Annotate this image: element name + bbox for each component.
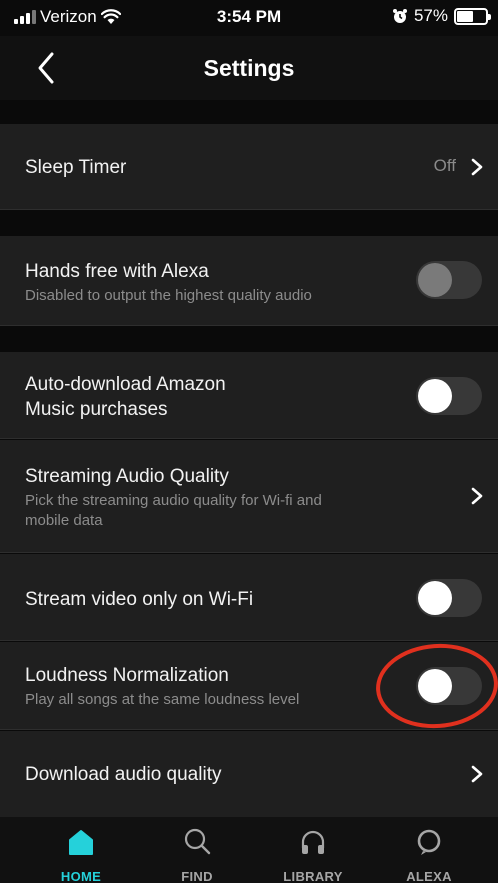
toggle-knob [418, 581, 452, 615]
tab-home-label: HOME [60, 869, 102, 883]
battery-percent: 57% [413, 6, 448, 25]
download-audio-quality-label: Download audio quality [25, 764, 222, 785]
battery-icon [454, 7, 491, 25]
streaming-audio-quality-row[interactable]: Streaming Audio Quality Pick the streami… [0, 440, 498, 553]
sleep-timer-value: Off [433, 156, 456, 175]
tab-library-label: LIBRARY [283, 869, 343, 883]
stream-video-wifi-label: Stream video only on Wi-Fi [25, 589, 254, 610]
headphones-icon [301, 830, 325, 854]
hands-free-alexa-row: Hands free with Alexa Disabled to output… [0, 236, 498, 326]
auto-download-label-line1: Auto-download Amazon [25, 374, 226, 395]
alexa-icon [417, 829, 441, 855]
auto-download-row: Auto-download Amazon Music purchases [0, 352, 498, 439]
tab-library[interactable]: LIBRARY [268, 817, 358, 883]
streaming-audio-quality-sublabel-line1: Pick the streaming audio quality for Wi-… [25, 492, 322, 509]
sleep-timer-label: Sleep Timer [25, 157, 127, 178]
streaming-audio-quality-sublabel-line2: mobile data [25, 512, 103, 529]
toggle-knob [418, 263, 452, 297]
hands-free-alexa-sublabel: Disabled to output the highest quality a… [25, 287, 312, 304]
page-title: Settings [203, 55, 295, 81]
sleep-timer-row[interactable]: Sleep Timer Off [0, 124, 498, 210]
stream-video-wifi-row: Stream video only on Wi-Fi [0, 554, 498, 641]
tab-home[interactable]: HOME [36, 817, 126, 883]
home-icon [69, 830, 93, 855]
tab-find[interactable]: FIND [152, 817, 242, 883]
loudness-normalization-label: Loudness Normalization [25, 665, 229, 686]
hands-free-alexa-label: Hands free with Alexa [25, 261, 209, 282]
auto-download-toggle[interactable] [416, 377, 482, 415]
tab-find-label: FIND [181, 869, 213, 883]
alarm-icon [392, 9, 407, 23]
chevron-right-icon [471, 158, 483, 176]
nav-bar: Settings [0, 36, 498, 100]
hands-free-alexa-toggle[interactable] [416, 261, 482, 299]
chevron-right-icon [471, 765, 483, 783]
stream-video-wifi-toggle[interactable] [416, 579, 482, 617]
auto-download-label-line2: Music purchases [25, 399, 168, 420]
chevron-right-icon [471, 487, 483, 505]
tab-bar: HOME FIND LIBRARY ALEXA [0, 817, 498, 883]
download-audio-quality-row[interactable]: Download audio quality [0, 731, 498, 817]
loudness-normalization-sublabel: Play all songs at the same loudness leve… [25, 691, 300, 708]
toggle-knob [418, 379, 452, 413]
streaming-audio-quality-label: Streaming Audio Quality [25, 466, 229, 487]
battery-level [457, 10, 473, 22]
search-icon [184, 828, 211, 855]
tab-alexa-label: ALEXA [406, 869, 452, 883]
status-bar: Verizon 3:54 PM 57% [0, 0, 498, 36]
tab-alexa[interactable]: ALEXA [384, 817, 474, 883]
battery-group: 57% [392, 6, 491, 26]
